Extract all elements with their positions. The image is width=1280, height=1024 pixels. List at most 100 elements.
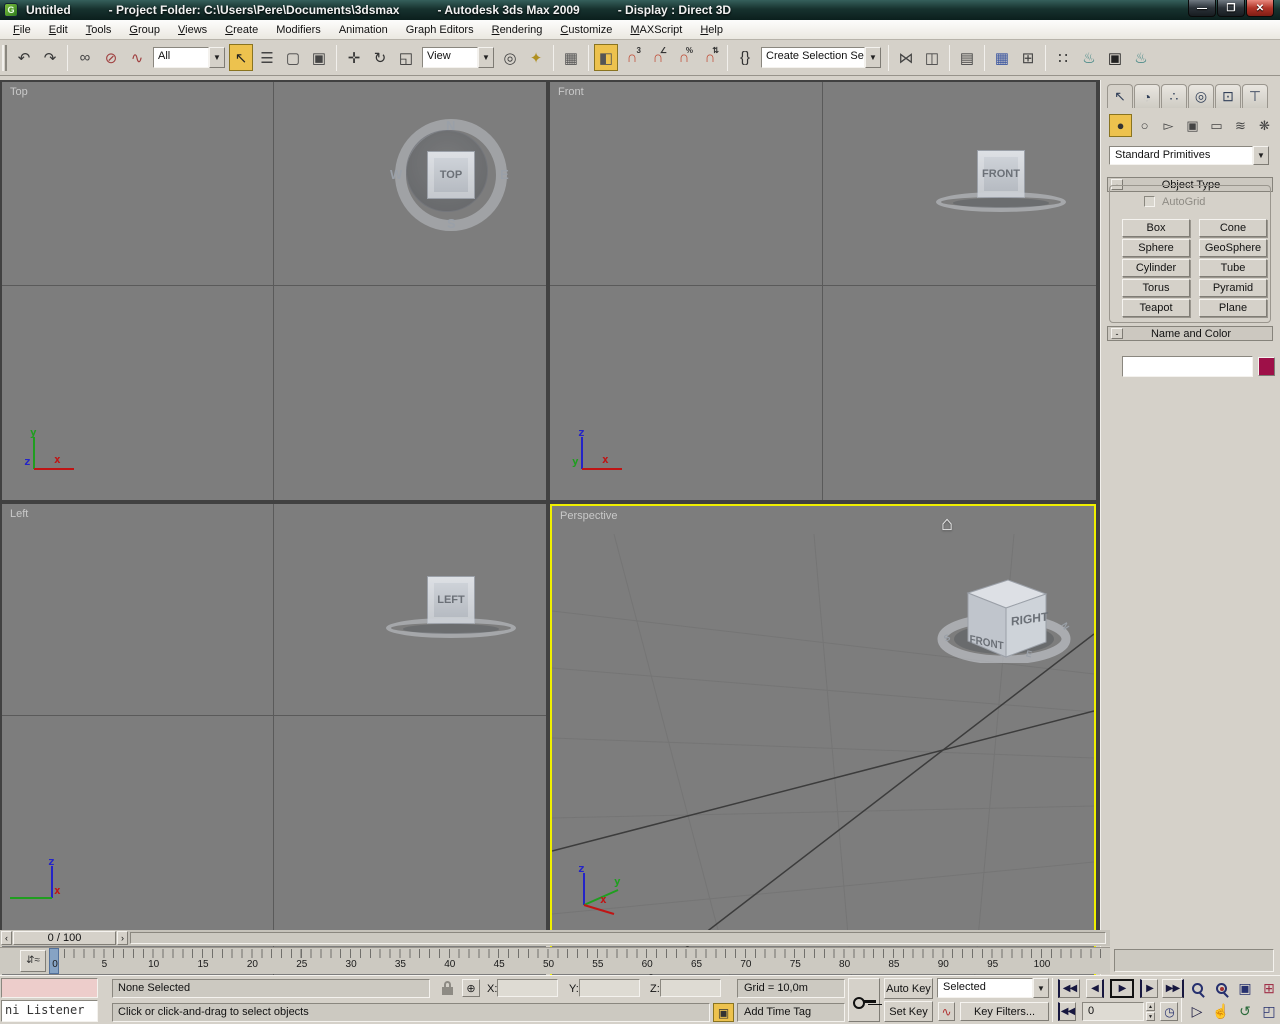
unlink-selection-icon[interactable]: ⊘ [99,44,123,71]
viewcube-left-face[interactable]: LEFT [427,576,475,624]
menu-graph-editors[interactable]: Graph Editors [397,22,483,38]
key-mode-dropdown[interactable]: Selected ▼ [937,978,1049,998]
viewport-label-left[interactable]: Left [10,508,28,520]
menu-rendering[interactable]: Rendering [483,22,552,38]
zoom-extents-button[interactable]: ▣ [1234,978,1256,998]
menu-animation[interactable]: Animation [330,22,397,38]
object-name-field[interactable] [1122,356,1253,377]
undo-icon[interactable]: ↶ [12,44,36,71]
tab-hierarchy[interactable]: ∴ [1161,84,1187,108]
layer-manager-icon[interactable]: ▤ [955,44,979,71]
select-and-link-icon[interactable]: ∞ [73,44,97,71]
zoom-button[interactable] [1186,978,1208,998]
menu-edit[interactable]: Edit [40,22,77,38]
mirror-icon[interactable]: ⋈ [894,44,918,71]
spinner-snap-icon[interactable]: ∩ ⇅ [698,44,722,71]
default-tangent-button[interactable]: ∿ [938,1002,955,1021]
plane-button[interactable]: Plane [1199,299,1267,317]
frame-spinner-up[interactable]: ▲ [1146,1002,1155,1011]
compass-west[interactable]: W [390,167,402,182]
compass-south[interactable]: S [447,216,456,231]
select-and-rotate-icon[interactable]: ↻ [368,44,392,71]
key-mode-toggle[interactable]: ◀◀ [1058,1002,1076,1021]
category-space-warps[interactable]: ≋ [1229,114,1252,137]
tab-create[interactable]: ↖ [1107,84,1133,108]
box-button[interactable]: Box [1122,219,1190,237]
viewport-top[interactable]: Top TOP N E S W y z x [2,82,546,500]
snaps-icon[interactable]: ∩ 3 [620,44,644,71]
viewcube-home-icon[interactable]: ⌂ [941,513,953,536]
tab-modify[interactable]: ◔ [1134,84,1160,108]
rectangular-selection-region-icon[interactable]: ▢ [281,44,305,71]
curve-editor-icon[interactable]: ▦ [990,44,1014,71]
select-and-scale-icon[interactable]: ◱ [394,44,418,71]
select-and-manipulate-icon[interactable]: ✦ [524,44,548,71]
time-slider-next-button[interactable]: › [117,931,128,945]
toolbar-drag-handle[interactable] [2,44,7,71]
time-configuration-button[interactable]: ◷ [1160,1002,1178,1021]
reference-coordinate-system-dropdown[interactable]: View ▼ [422,47,494,68]
absolute-mode-transform-toggle[interactable]: ⊕ [462,979,480,997]
viewcube-front-face[interactable]: FRONT [977,150,1025,198]
material-editor-icon[interactable]: ∷ [1051,44,1075,71]
torus-button[interactable]: Torus [1122,279,1190,297]
restore-button[interactable]: ❐ [1217,0,1245,17]
key-filters-button[interactable]: Key Filters... [960,1002,1049,1021]
chevron-down-icon[interactable]: ▼ [1253,146,1269,165]
maxscript-mini-listener[interactable]: ni Listener [1,1000,98,1022]
tube-button[interactable]: Tube [1199,259,1267,277]
edit-named-selection-sets-icon[interactable]: {} [733,44,757,71]
autogrid-checkbox[interactable] [1144,196,1155,207]
menu-create[interactable]: Create [216,22,267,38]
pyramid-button[interactable]: Pyramid [1199,279,1267,297]
sphere-button[interactable]: Sphere [1122,239,1190,257]
teapot-button[interactable]: Teapot [1122,299,1190,317]
zoom-all-button[interactable] [1210,978,1232,998]
percent-snap-icon[interactable]: ∩% [672,44,696,71]
close-button[interactable]: ✕ [1246,0,1274,17]
keyboard-shortcut-override-icon[interactable]: ▦ [559,44,583,71]
menu-file[interactable]: File [4,22,40,38]
menu-help[interactable]: Help [691,22,732,38]
go-to-start-button[interactable]: ◀◀ [1058,979,1080,998]
pan-button[interactable]: ☝ [1210,1001,1232,1021]
chevron-down-icon[interactable]: ▼ [209,47,225,68]
viewcube-top-face[interactable]: TOP [427,151,475,199]
align-icon[interactable]: ◫ [920,44,944,71]
category-helpers[interactable]: ▭ [1205,114,1228,137]
go-to-end-button[interactable]: ▶▶ [1162,979,1184,998]
add-time-tag-field[interactable]: Add Time Tag [737,1003,845,1022]
viewport-front[interactable]: Front FRONT z y x [550,82,1096,500]
set-key-mode-toggle[interactable]: Set Key [884,1001,933,1022]
use-pivot-point-center-icon[interactable]: ◎ [498,44,522,71]
window-crossing-icon[interactable]: ▣ [307,44,331,71]
object-category-dropdown[interactable]: Standard Primitives ▼ [1109,146,1269,165]
current-frame-field[interactable]: 0 [1082,1002,1144,1021]
open-mini-curve-editor-button[interactable]: ⇵≈ [20,950,46,972]
play-button[interactable]: ▶ [1110,979,1134,998]
x-coord-field[interactable] [497,979,558,997]
menu-modifiers[interactable]: Modifiers [267,22,330,38]
chevron-down-icon[interactable]: ▼ [865,47,881,68]
macro-recorder-pane[interactable] [1,978,98,998]
category-systems[interactable]: ❋ [1253,114,1276,137]
compass-north[interactable]: N [446,118,455,133]
category-cameras[interactable]: ▣ [1181,114,1204,137]
next-frame-button[interactable]: ▶ [1140,979,1158,998]
minimize-button[interactable]: — [1188,0,1216,17]
rendered-frame-window-icon[interactable]: ▣ [1103,44,1127,71]
viewport-label-top[interactable]: Top [10,86,28,98]
cone-button[interactable]: Cone [1199,219,1267,237]
menu-group[interactable]: Group [120,22,169,38]
time-slider[interactable]: 0 / 100 [13,931,116,945]
maximize-viewport-toggle[interactable]: ◰ [1258,1001,1280,1021]
chevron-down-icon[interactable]: ▼ [1033,978,1049,998]
viewport-label-perspective[interactable]: Perspective [560,510,617,522]
category-geometry[interactable]: ● [1109,114,1132,137]
select-and-move-icon[interactable]: ✛ [342,44,366,71]
viewport-label-front[interactable]: Front [558,86,584,98]
auto-key-toggle[interactable]: Auto Key [884,978,933,999]
named-selection-sets-dropdown[interactable]: Create Selection Set ▼ [761,47,881,68]
snaps-3d-icon[interactable]: ◧ [594,44,618,71]
render-setup-icon[interactable]: ♨ [1077,44,1101,71]
